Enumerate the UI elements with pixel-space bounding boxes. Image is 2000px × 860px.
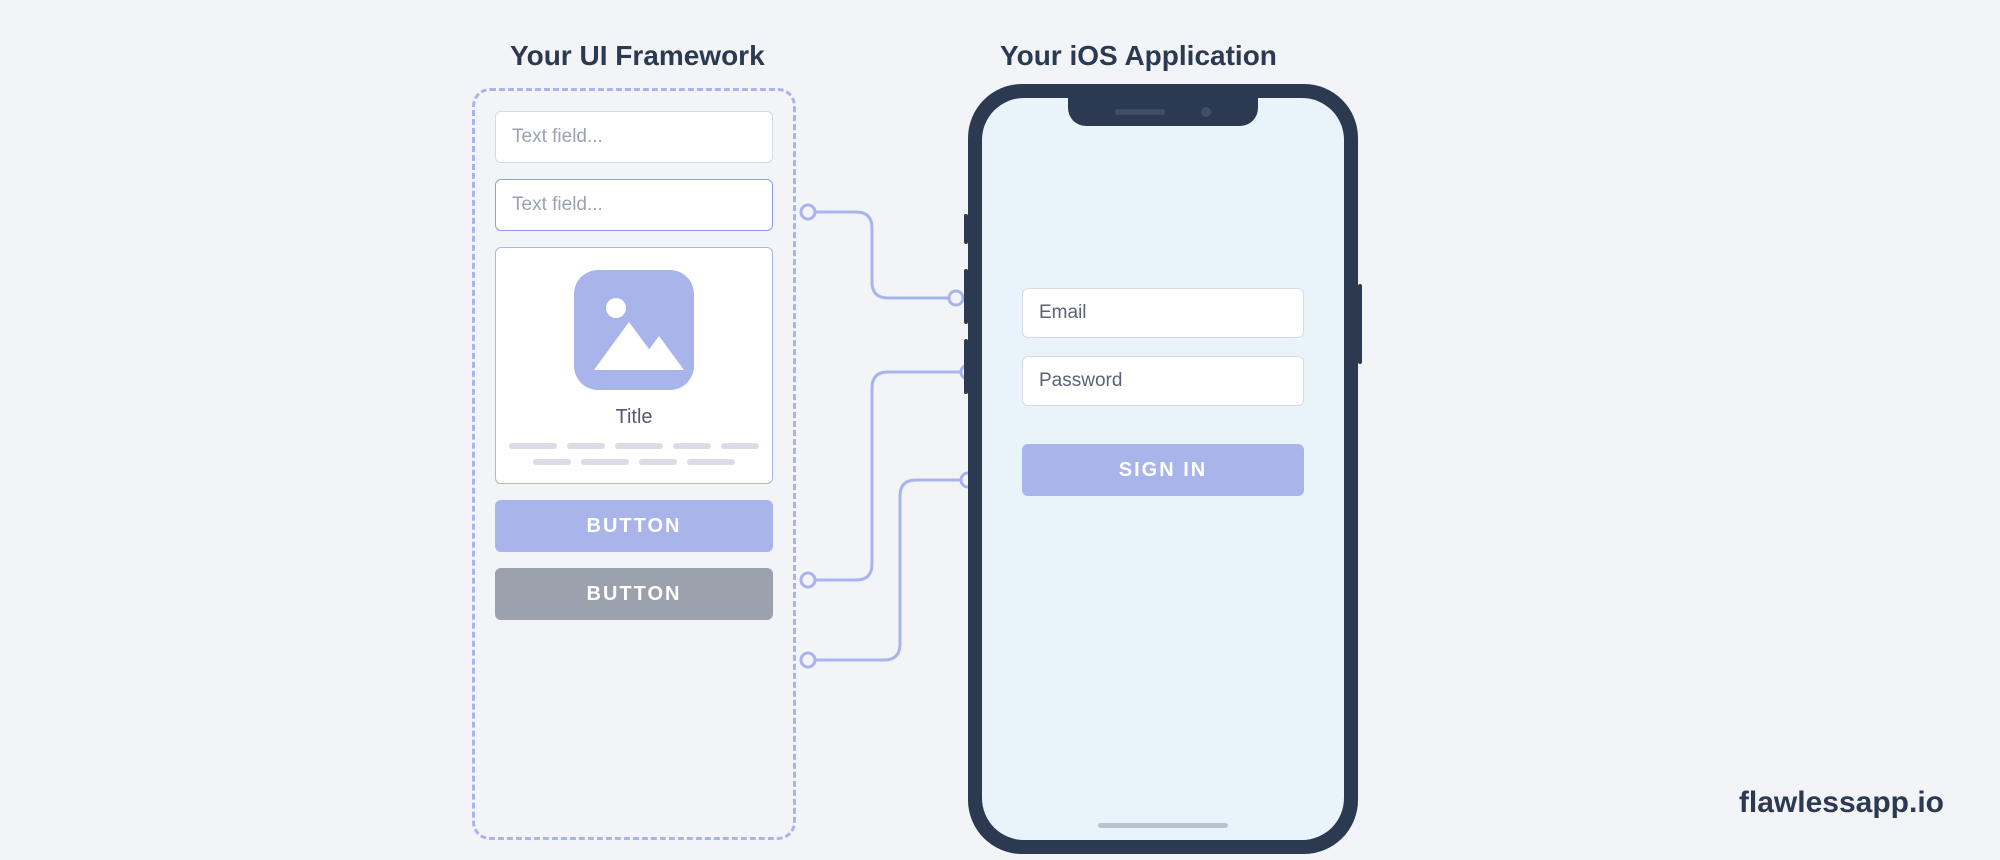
connector-lines — [796, 84, 968, 854]
phone-frame: Email Password SIGN IN — [968, 84, 1358, 854]
button-label: SIGN IN — [1119, 459, 1207, 482]
phone-volume-down — [964, 339, 968, 394]
framework-card: Title — [495, 247, 773, 484]
textfield-placeholder: Text field... — [512, 194, 603, 216]
phone-power-button — [1358, 284, 1362, 364]
image-placeholder-icon — [574, 270, 694, 390]
phone-screen: Email Password SIGN IN — [982, 98, 1344, 840]
app-heading: Your iOS Application — [1000, 40, 1277, 72]
phone-camera — [1201, 107, 1211, 117]
email-field[interactable]: Email — [1022, 288, 1304, 338]
input-placeholder: Email — [1039, 302, 1087, 324]
button-label: BUTTON — [587, 515, 682, 538]
framework-secondary-button[interactable]: BUTTON — [495, 568, 773, 620]
framework-textfield-1[interactable]: Text field... — [495, 111, 773, 163]
phone-mute-switch — [964, 214, 968, 244]
phone-notch — [1068, 98, 1258, 126]
signin-button[interactable]: SIGN IN — [1022, 444, 1304, 496]
phone-volume-up — [964, 269, 968, 324]
textfield-placeholder: Text field... — [512, 126, 603, 148]
input-placeholder: Password — [1039, 370, 1122, 392]
home-indicator — [1098, 823, 1228, 828]
card-text-placeholder — [514, 443, 754, 465]
login-form: Email Password SIGN IN — [1022, 288, 1304, 496]
brand-watermark: flawlessapp.io — [1739, 786, 1944, 820]
ui-framework-panel: Text field... Text field... Title — [472, 88, 796, 840]
framework-heading: Your UI Framework — [510, 40, 765, 72]
button-label: BUTTON — [587, 583, 682, 606]
framework-primary-button[interactable]: BUTTON — [495, 500, 773, 552]
password-field[interactable]: Password — [1022, 356, 1304, 406]
card-title: Title — [615, 406, 652, 429]
phone-speaker — [1115, 109, 1165, 115]
framework-textfield-2[interactable]: Text field... — [495, 179, 773, 231]
